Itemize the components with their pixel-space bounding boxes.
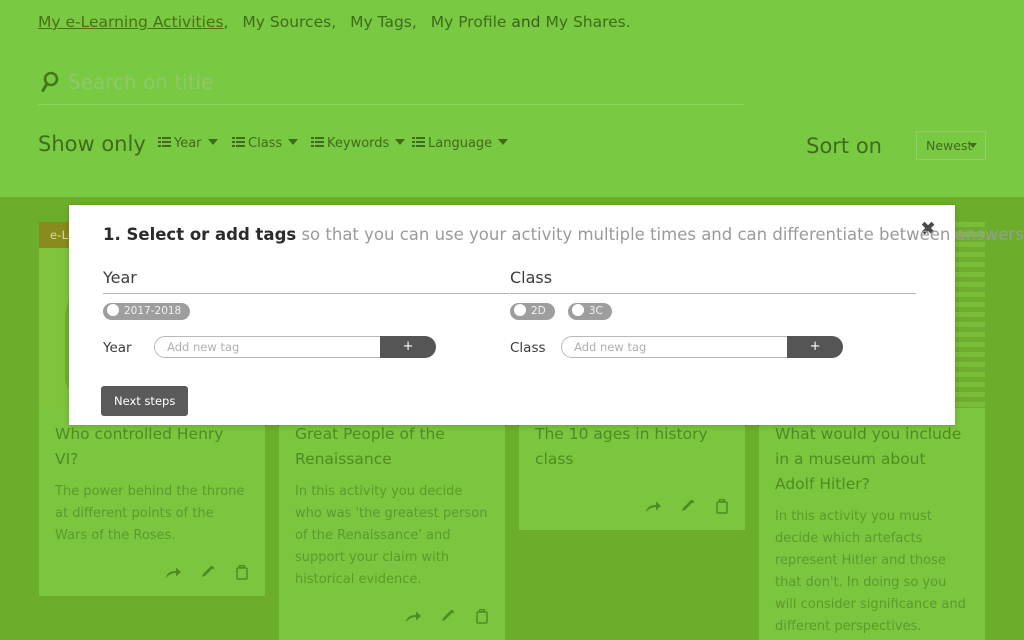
modal-heading-muted: so that you can use your activity multip…: [301, 225, 1024, 244]
tag-column-year: Year 2017-2018 Year +: [103, 268, 509, 360]
add-tag-input-year[interactable]: [154, 336, 409, 358]
modal-heading-strong: 1. Select or add tags: [103, 225, 297, 244]
add-tag-label: Class: [510, 340, 546, 356]
add-tag-input-class[interactable]: [561, 336, 816, 358]
chip-label: 2D: [531, 305, 546, 317]
modal-heading: 1. Select or add tags so that you can us…: [103, 223, 1024, 247]
tag-column-title: Year: [103, 268, 509, 294]
tag-chip-2d[interactable]: 2D: [510, 303, 555, 320]
add-tag-row-class: Class +: [510, 336, 916, 360]
chip-toggle-icon: [107, 304, 119, 316]
next-steps-button[interactable]: Next steps: [101, 386, 189, 416]
tag-column-title: Class: [510, 268, 916, 294]
tag-chip-3c[interactable]: 3C: [567, 303, 612, 320]
tag-chip-row: 2017-2018: [103, 303, 509, 322]
tag-column-class: Class 2D 3C Class +: [510, 268, 916, 360]
modal-overlay: ✖ 1. Select or add tags so that you can …: [0, 0, 1024, 640]
chip-toggle-icon: [571, 304, 584, 316]
chip-toggle-icon: [514, 304, 526, 316]
add-tag-button-year[interactable]: +: [380, 336, 437, 358]
chip-label: 3C: [588, 305, 603, 317]
tag-chip-row: 2D 3C: [510, 303, 916, 322]
add-tag-button-class[interactable]: +: [787, 336, 844, 358]
add-tag-label: Year: [103, 340, 132, 356]
chip-label: 2017-2018: [124, 305, 182, 317]
tag-chip-2017-2018[interactable]: 2017-2018: [103, 303, 191, 320]
add-tag-row-year: Year +: [103, 336, 509, 360]
select-tags-modal: ✖ 1. Select or add tags so that you can …: [69, 205, 1024, 425]
